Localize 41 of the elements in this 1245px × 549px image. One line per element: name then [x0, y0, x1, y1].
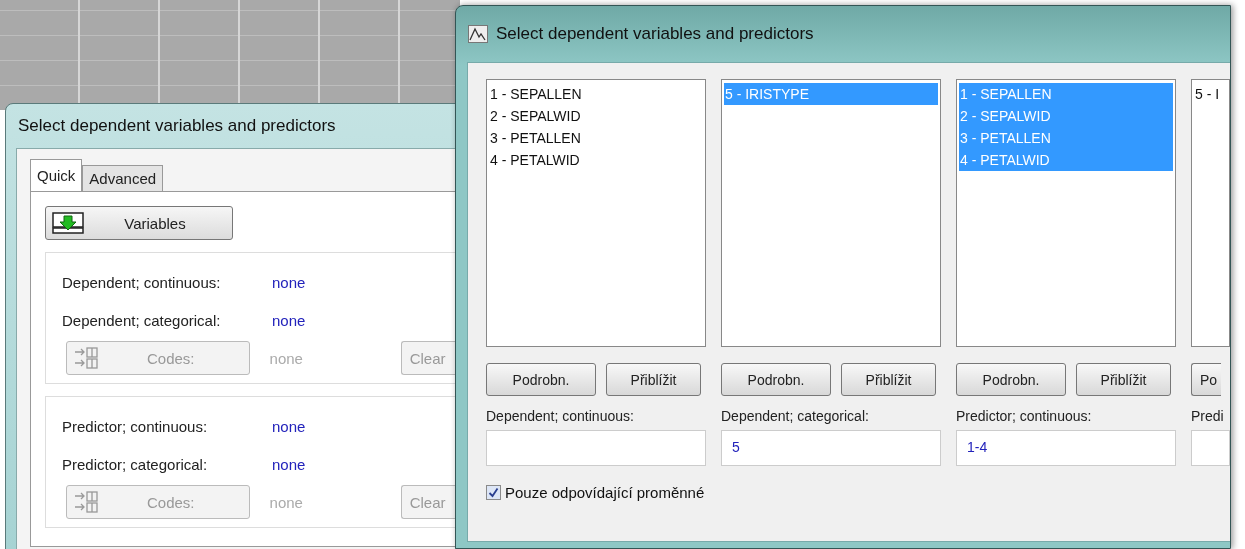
- tab[interactable]: Advanced: [82, 165, 164, 191]
- codes-value: none: [269, 349, 304, 367]
- field-label: Dependent; categorical:: [721, 408, 870, 424]
- download-icon: [52, 212, 84, 234]
- input-field[interactable]: 1-4: [956, 430, 1176, 466]
- input-field[interactable]: 5: [721, 430, 941, 466]
- zoom-button[interactable]: Přiblížit: [1076, 363, 1171, 396]
- list-item[interactable]: 2 - SEPALWID: [489, 105, 703, 127]
- field-value: none: [272, 455, 306, 473]
- field-label: Predictor; categorical:: [62, 455, 209, 473]
- details-button[interactable]: Podrobn.: [956, 363, 1066, 396]
- checkbox[interactable]: [486, 485, 501, 500]
- list-item[interactable]: 5 - I: [1194, 83, 1227, 105]
- input-field[interactable]: [486, 430, 706, 466]
- zoom-button[interactable]: Přiblížit: [841, 363, 936, 396]
- field-label: Predictor; continuous:: [62, 417, 209, 435]
- list-item[interactable]: 4 - PETALWID: [489, 149, 703, 171]
- chart-icon: [468, 25, 488, 43]
- field-value: none: [272, 311, 306, 329]
- details-button[interactable]: Podrobn.: [721, 363, 831, 396]
- variables-button[interactable]: Variables: [45, 206, 233, 240]
- field-value: none: [272, 417, 306, 435]
- field-label: Predi: [1191, 408, 1225, 424]
- details-button[interactable]: Podrobn.: [486, 363, 596, 396]
- window-title: Select dependent variables and predictors: [496, 24, 814, 44]
- input-field[interactable]: [1191, 430, 1230, 466]
- codes-value: none: [269, 493, 304, 511]
- zoom-button[interactable]: Přiblížit: [606, 363, 701, 396]
- list-item[interactable]: 3 - PETALLEN: [489, 127, 703, 149]
- tab[interactable]: Quick: [30, 159, 83, 191]
- list-item[interactable]: 1 - SEPALLEN: [489, 83, 703, 105]
- field-label: Dependent; categorical:: [62, 311, 222, 329]
- field-label: Predictor; continuous:: [956, 408, 1093, 424]
- checkbox-label: Pouze odpovídající proměnné: [505, 484, 705, 501]
- field-label: Dependent; continuous:: [486, 408, 635, 424]
- window-title: Select dependent variables and predictors: [18, 116, 336, 136]
- field-label: Dependent; continuous:: [62, 273, 222, 291]
- details-button[interactable]: Po: [1191, 363, 1222, 396]
- mapping-icon: [73, 490, 99, 514]
- field-value: none: [272, 273, 306, 291]
- mapping-icon: [73, 346, 99, 370]
